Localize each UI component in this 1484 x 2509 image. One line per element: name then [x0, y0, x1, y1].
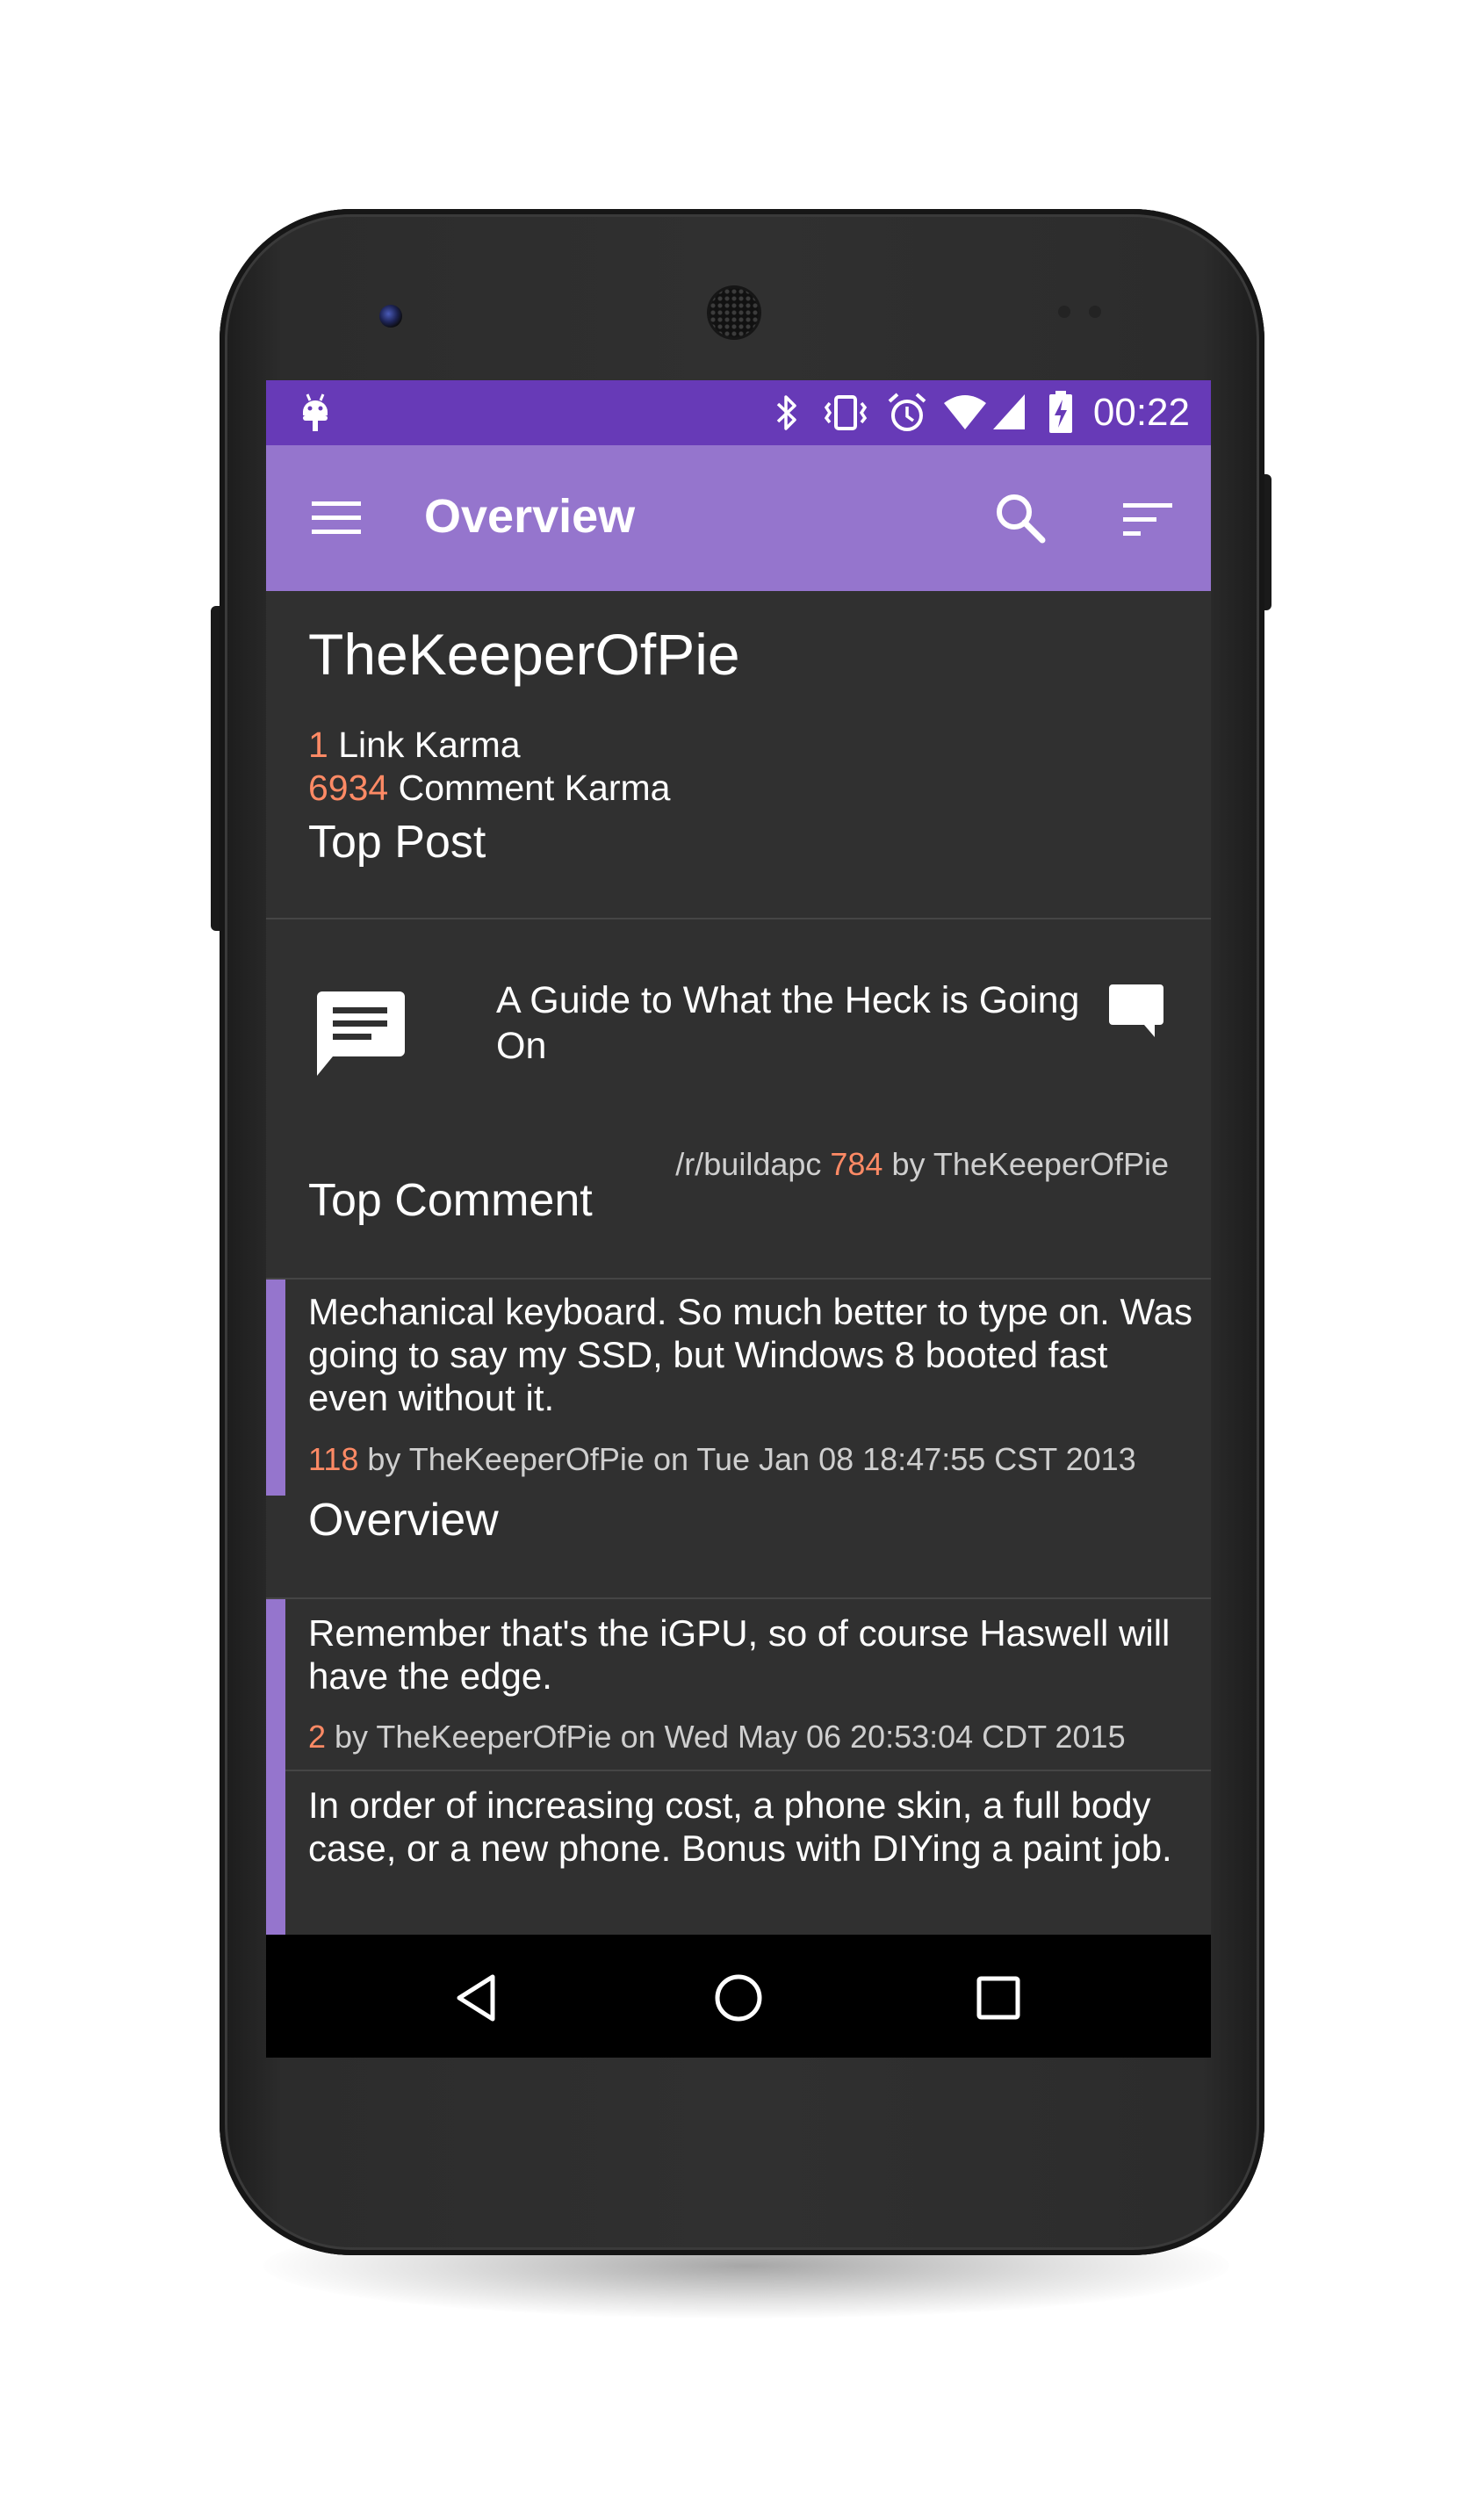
comment-icon[interactable] — [1109, 983, 1165, 1039]
top-comment-meta: 118 by TheKeeperOfPie on Tue Jan 08 18:4… — [308, 1441, 1136, 1478]
top-post-heading: Top Post — [308, 817, 486, 868]
vibrate-icon — [824, 395, 868, 430]
link-karma: 1 Link Karma — [308, 725, 521, 766]
overview-item-meta: 2 by TheKeeperOfPie on Wed May 06 20:53:… — [308, 1719, 1126, 1756]
comment-karma-label: Comment Karma — [388, 768, 671, 808]
divider — [266, 1278, 1211, 1280]
back-icon[interactable] — [452, 1973, 501, 2022]
overview-item-score: 2 — [308, 1719, 327, 1755]
overview-item-body[interactable]: In order of increasing cost, a phone ski… — [308, 1784, 1195, 1870]
android-notification-icon — [303, 393, 328, 431]
light-sensor — [1089, 306, 1101, 318]
overview-heading: Overview — [308, 1495, 499, 1546]
subreddit-link[interactable]: /r/buildapc — [675, 1146, 830, 1182]
post-score: 784 — [830, 1146, 883, 1182]
status-bar: 00:22 — [266, 380, 1211, 445]
page-title: Overview — [424, 490, 636, 543]
wifi-icon — [944, 395, 986, 429]
top-comment-body[interactable]: Mechanical keyboard. So much better to t… — [308, 1290, 1195, 1419]
text-post-icon — [317, 991, 405, 1076]
divider — [266, 1597, 1211, 1599]
comment-karma: 6934 Comment Karma — [308, 768, 670, 809]
comment-score: 118 — [308, 1441, 359, 1477]
top-post-title[interactable]: A Guide to What the Heck is Going On — [496, 977, 1093, 1069]
top-comment-heading: Top Comment — [308, 1175, 593, 1226]
proximity-sensor — [1058, 306, 1070, 318]
profile-content[interactable]: TheKeeperOfPie 1 Link Karma 6934 Comment… — [266, 591, 1211, 1935]
home-icon[interactable] — [712, 1972, 765, 2024]
search-icon[interactable] — [993, 491, 1048, 545]
overview-item-body[interactable]: Remember that's the iGPU, so of course H… — [308, 1611, 1195, 1698]
comment-karma-value: 6934 — [308, 768, 389, 808]
battery-charging-icon — [1049, 391, 1072, 433]
app-toolbar: Overview — [266, 445, 1211, 591]
recents-icon[interactable] — [976, 1975, 1021, 2021]
status-clock: 00:22 — [1092, 391, 1190, 434]
link-karma-label: Link Karma — [328, 725, 521, 765]
bluetooth-icon — [776, 395, 796, 430]
post-author: by TheKeeperOfPie — [882, 1146, 1169, 1182]
overview-item-byline: by TheKeeperOfPie on Wed May 06 20:53:04… — [326, 1719, 1126, 1755]
menu-icon[interactable] — [310, 496, 364, 540]
alarm-icon — [888, 393, 926, 431]
front-camera — [379, 305, 402, 328]
comment-indent-bar — [266, 1280, 285, 1496]
top-post-meta: /r/buildapc 784 by TheKeeperOfPie — [675, 1146, 1169, 1183]
comment-byline: by TheKeeperOfPie on Tue Jan 08 18:47:55… — [358, 1441, 1136, 1477]
link-karma-value: 1 — [308, 725, 328, 765]
earpiece-speaker — [710, 288, 759, 337]
cell-signal-icon — [993, 394, 1025, 429]
divider — [285, 1770, 1211, 1771]
phone-screen: 00:22 Overview TheKeeperOfPie 1 Link Kar… — [266, 380, 1211, 2058]
system-nav-bar — [266, 1935, 1211, 2058]
comment-indent-bar — [266, 1599, 285, 1935]
sort-icon[interactable] — [1121, 500, 1176, 540]
username-heading: TheKeeperOfPie — [308, 622, 740, 687]
